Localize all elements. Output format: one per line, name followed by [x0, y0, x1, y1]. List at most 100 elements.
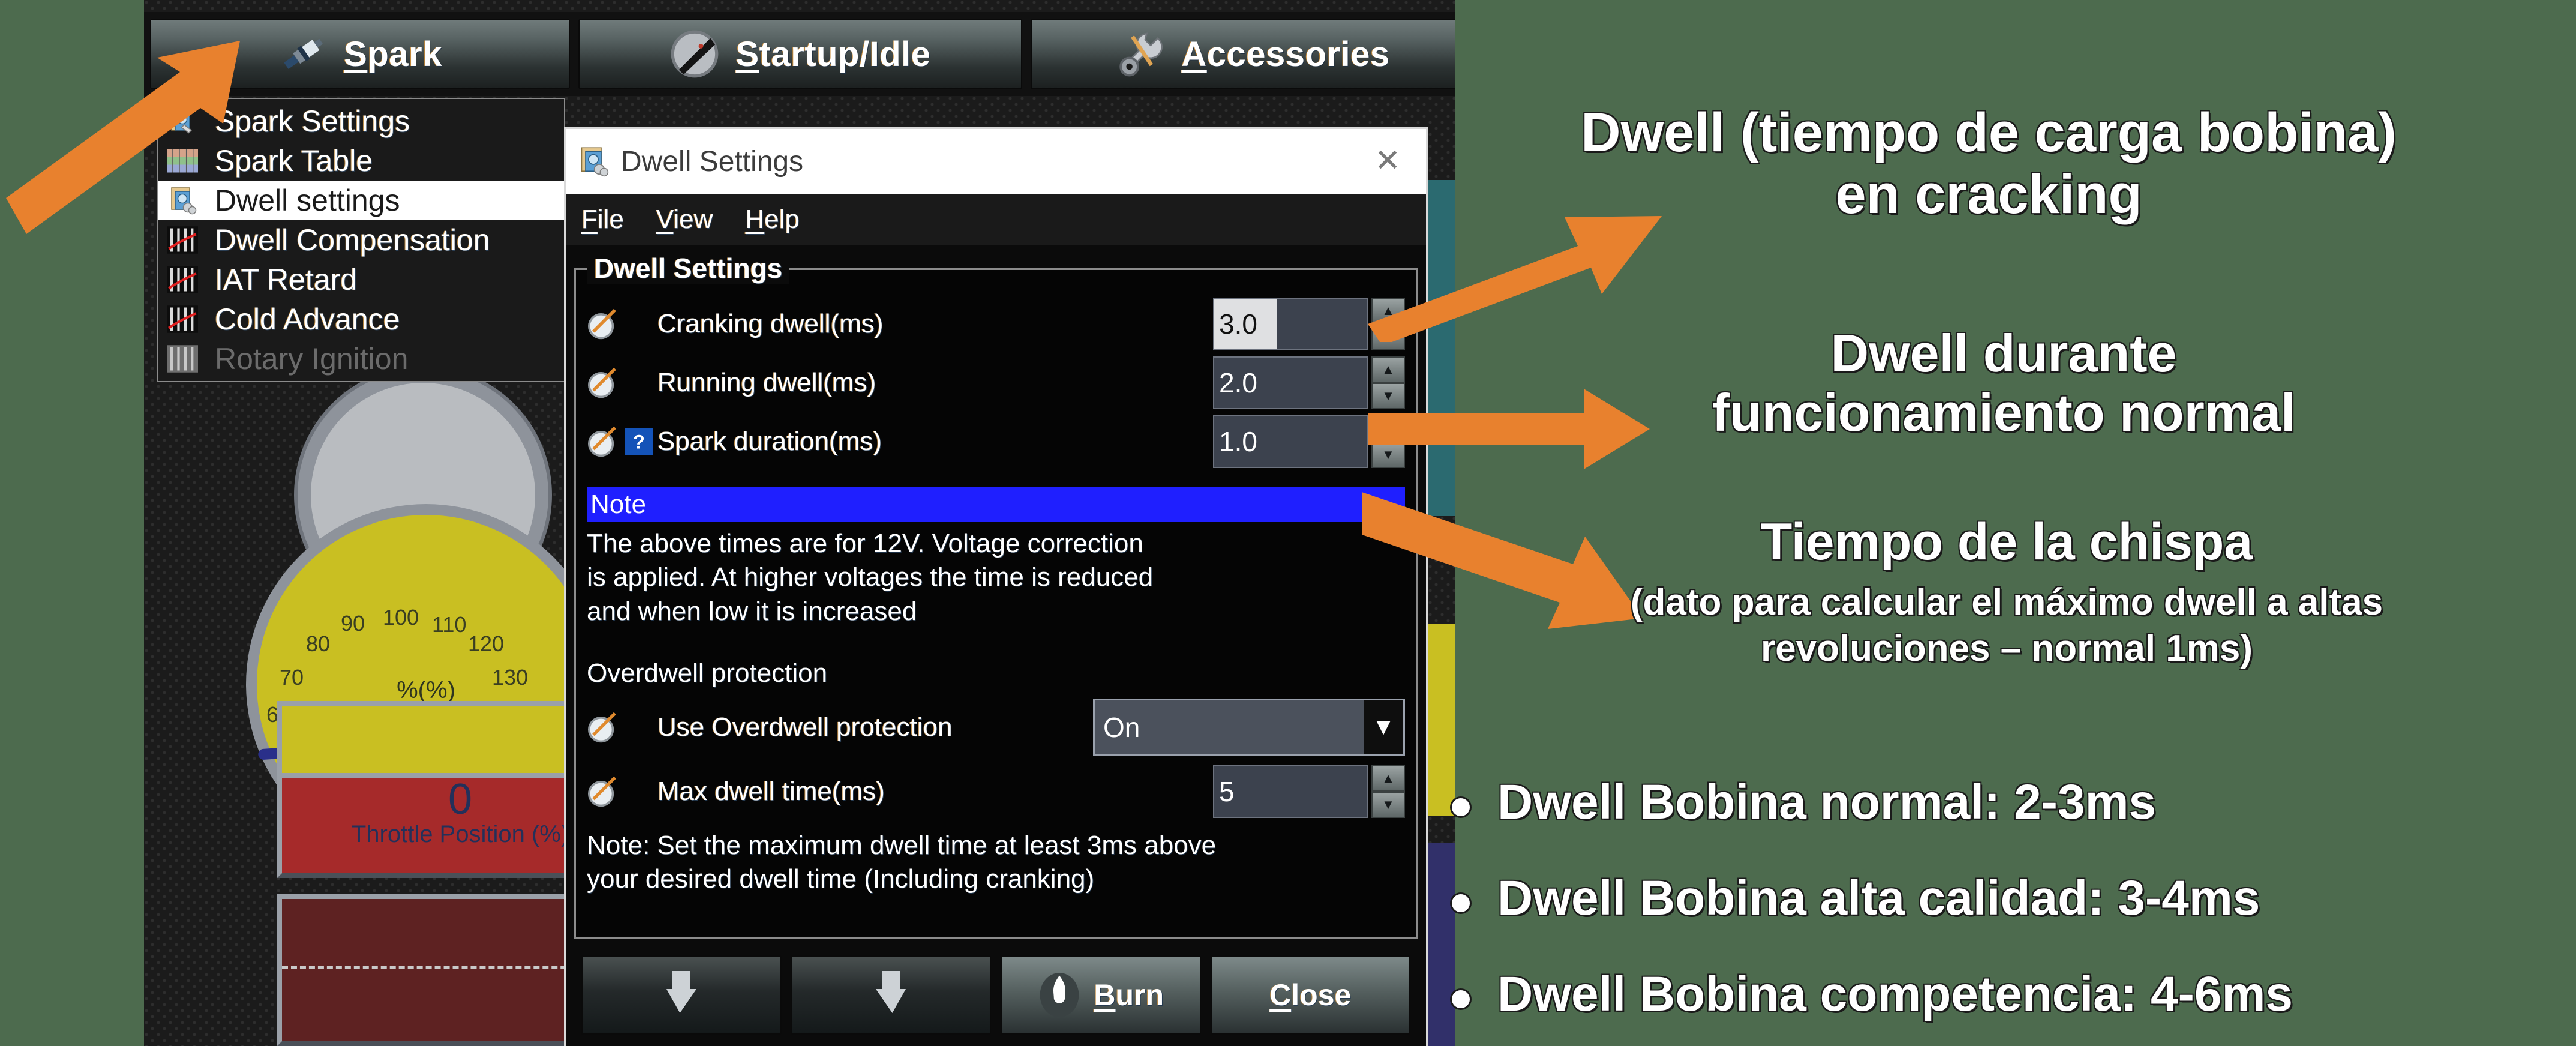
field-icons	[587, 367, 657, 399]
undo-arrow-icon	[666, 971, 696, 1013]
svg-text:?: ?	[633, 431, 645, 453]
main-toolbar: Spark Startup/Idle Accessories	[144, 12, 1455, 96]
field-label: Max dwell time(ms)	[657, 776, 885, 806]
menu-view[interactable]: View	[656, 205, 713, 235]
redo-button[interactable]	[791, 955, 991, 1035]
spinner-max-dwell-time[interactable]: 5 ▲ ▼	[1213, 765, 1405, 818]
stepper-up-icon[interactable]: ▲	[1371, 356, 1405, 383]
burn-label: Burn	[1094, 978, 1164, 1012]
burn-button[interactable]: Burn	[1001, 955, 1201, 1035]
list-item: Dwell Bobina competencia: 4-6ms	[1452, 966, 2532, 1023]
toolbar-button-startup-idle[interactable]: Startup/Idle	[578, 19, 1022, 89]
wrench-gear-icon	[1119, 32, 1163, 77]
cranking-dwell-input[interactable]: 3.0	[1213, 298, 1368, 350]
menu-item-iat-retard[interactable]: IAT Retard	[158, 260, 564, 299]
help-question-icon[interactable]: ?	[625, 428, 653, 455]
gauge-tune-icon	[588, 712, 616, 743]
field-running-dwell: Running dwell(ms) 2.0 ▲ ▼	[587, 355, 1405, 410]
field-icons	[587, 775, 657, 808]
field-icons	[587, 711, 657, 744]
dialog-footer: Burn Close	[566, 939, 1426, 1046]
annotation-line: Tiempo de la chispa	[1760, 513, 2253, 571]
annotation-line: Dwell (tiempo de carga bobina)	[1581, 102, 2397, 163]
field-label: Running dwell(ms)	[657, 368, 876, 397]
field-max-dwell-time: Max dwell time(ms) 5 ▲ ▼	[587, 764, 1405, 819]
bullet-text: Dwell Bobina normal: 2-3ms	[1497, 775, 2157, 829]
annotation-subline: (dato para calcular el máximo dwell a al…	[1630, 582, 2383, 624]
annotation-subline: revoluciones – normal 1ms)	[1760, 627, 2253, 669]
menu-item-cold-advance[interactable]: Cold Advance	[158, 299, 564, 339]
annotation-line: en cracking	[1835, 164, 2142, 226]
field-spark-duration: ? Spark duration(ms) 1.0 ▲ ▼	[587, 414, 1405, 469]
menu-label: Rotary Ignition	[215, 342, 409, 376]
list-item: Dwell Bobina normal: 2-3ms	[1452, 774, 2532, 831]
menu-label: Cold Advance	[215, 302, 400, 336]
note-header: Note	[587, 487, 1405, 522]
note-line: and when low it is increased	[587, 596, 917, 626]
stepper-up-icon[interactable]: ▲	[1371, 765, 1405, 792]
menu-label: IAT Retard	[215, 263, 358, 296]
flame-icon	[1040, 973, 1079, 1017]
menu-file[interactable]: File	[581, 205, 624, 235]
dialog-title: Dwell Settings	[621, 145, 804, 178]
redo-arrow-icon	[876, 971, 906, 1013]
bullet-dot-icon	[1452, 990, 1470, 1008]
bullet-dot-icon	[1452, 894, 1470, 912]
overdwell-section-label: Overdwell protection	[587, 658, 828, 688]
max-dwell-time-stepper[interactable]: ▲ ▼	[1371, 765, 1405, 818]
annotation-line: funcionamiento normal	[1712, 382, 2296, 442]
list-item: Dwell Bobina alta calidad: 3-4ms	[1452, 870, 2532, 927]
dwell-settings-dialog: Dwell Settings ✕ File View Help Dwell Se…	[564, 127, 1428, 1046]
stepper-down-icon[interactable]: ▼	[1371, 791, 1405, 818]
close-label: Close	[1269, 978, 1352, 1012]
field-use-overdwell: Use Overdwell protection On ▼	[587, 694, 1405, 760]
annotation-line: Dwell durante	[1830, 323, 2177, 383]
dialog-menubar: File View Help	[566, 194, 1426, 245]
overdwell-footnote-line: your desired dwell time (Including crank…	[587, 864, 1095, 894]
arrow-to-spark-tab	[6, 41, 240, 234]
dialog-titlebar: Dwell Settings ✕	[566, 129, 1426, 194]
gauge-tune-icon	[588, 776, 616, 807]
curve-chart-icon	[167, 305, 198, 333]
toolbar-label-spark: Spark	[344, 34, 442, 74]
bullet-dot-icon	[1452, 798, 1470, 816]
spark-duration-input[interactable]: 1.0	[1213, 415, 1368, 468]
use-overdwell-select[interactable]: On ▼	[1093, 698, 1405, 756]
note-line: is applied. At higher voltages the time …	[587, 562, 1154, 592]
curve-chart-icon	[167, 266, 198, 293]
gauge-tune-icon	[588, 426, 616, 457]
field-icons	[587, 308, 657, 340]
slide-root: %(%) Accel Enrich 60 70 80 90 100 110 12…	[0, 0, 2576, 1046]
field-icons: ?	[587, 425, 657, 458]
bullet-text: Dwell Bobina competencia: 4-6ms	[1497, 967, 2293, 1021]
annotation-cranking: Dwell (tiempo de carga bobina) en cracki…	[1473, 102, 2505, 226]
menu-label: Dwell Compensation	[215, 223, 490, 257]
chevron-down-icon[interactable]: ▼	[1364, 700, 1403, 754]
select-value: On	[1103, 711, 1140, 743]
curve-chart-icon	[167, 345, 198, 373]
recommendation-bullet-list: Dwell Bobina normal: 2-3ms Dwell Bobina …	[1452, 774, 2532, 1046]
annotation-running: Dwell durante funcionamiento normal	[1536, 323, 2472, 442]
bullet-text: Dwell Bobina alta calidad: 3-4ms	[1497, 871, 2260, 925]
close-button[interactable]: Close	[1210, 955, 1410, 1035]
max-dwell-time-input[interactable]: 5	[1213, 765, 1368, 818]
dialog-body: Dwell Settings Cranking dwell(ms) 3.0 ▲ …	[566, 245, 1426, 939]
close-icon[interactable]: ✕	[1370, 143, 1406, 179]
menu-help[interactable]: Help	[746, 205, 800, 235]
dwell-settings-group: Dwell Settings Cranking dwell(ms) 3.0 ▲ …	[574, 252, 1418, 939]
group-title: Dwell Settings	[587, 252, 790, 284]
overdwell-footnote-line: Note: Set the maximum dwell time at leas…	[587, 830, 1217, 860]
toolbar-button-accessories[interactable]: Accessories	[1031, 19, 1455, 89]
field-label: Use Overdwell protection	[657, 712, 953, 742]
gauge-dial-icon	[671, 30, 719, 78]
field-cranking-dwell: Cranking dwell(ms) 3.0 ▲ ▼	[587, 296, 1405, 352]
toolbar-label-accessories: Accessories	[1181, 34, 1390, 74]
spark-plug-icon	[284, 38, 323, 69]
running-dwell-input[interactable]: 2.0	[1213, 356, 1368, 409]
settings-gear-icon	[581, 147, 609, 177]
gauge-tune-icon	[588, 367, 616, 398]
toolbar-label-startup-idle: Startup/Idle	[735, 34, 931, 74]
gauge-tune-icon	[588, 308, 616, 340]
annotation-spark-duration: Tiempo de la chispa (dato para calcular …	[1479, 513, 2535, 671]
undo-button[interactable]	[581, 955, 782, 1035]
